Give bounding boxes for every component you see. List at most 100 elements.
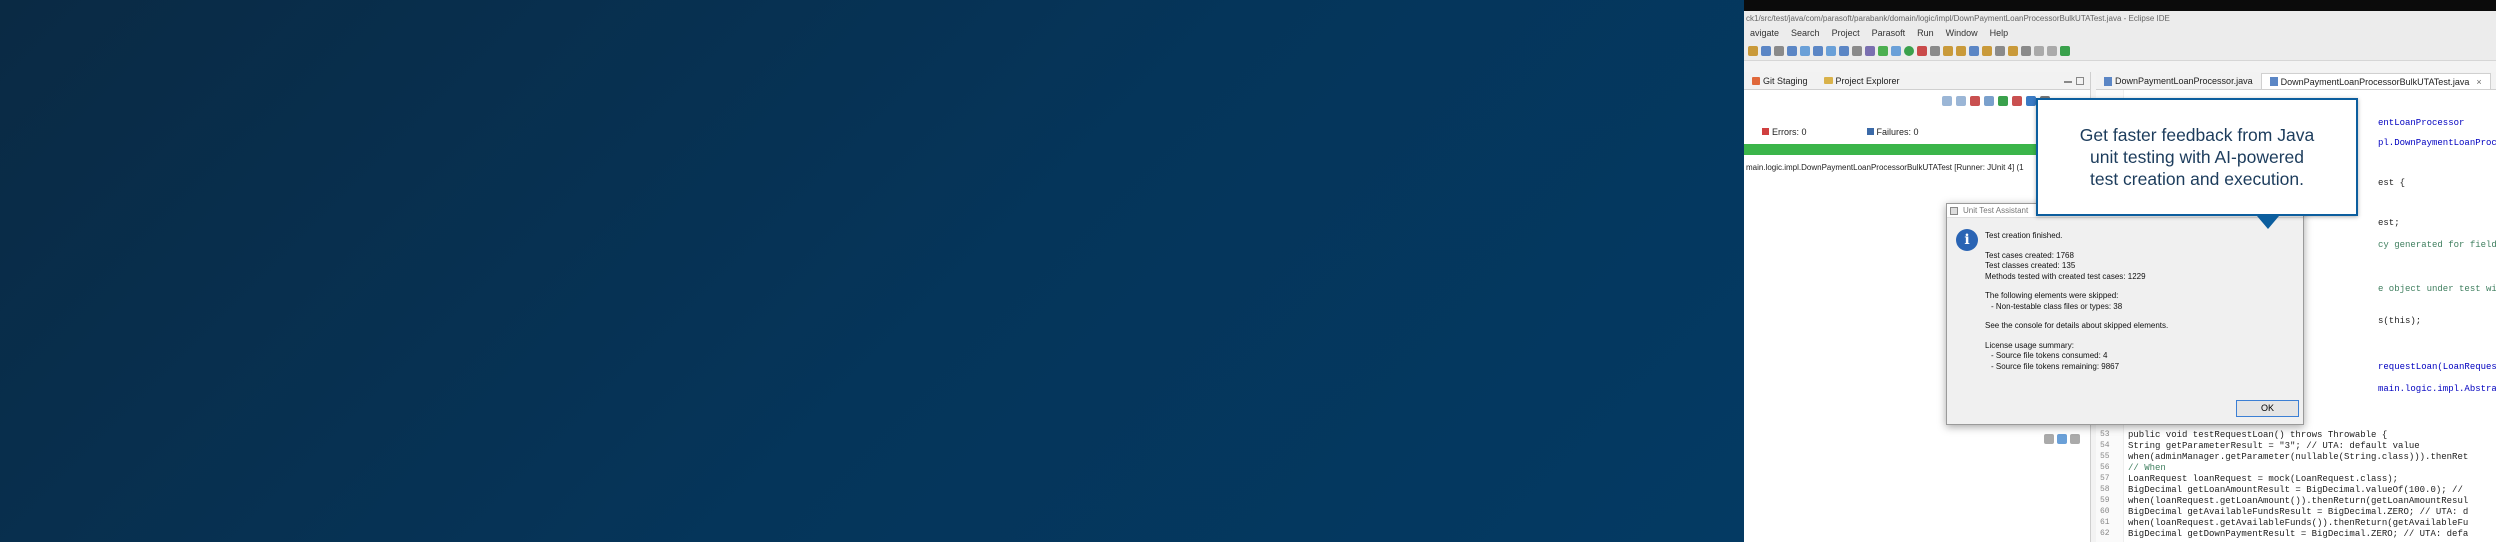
toolbar-icon[interactable]	[1969, 45, 1979, 56]
menu-search[interactable]: Search	[1785, 26, 1826, 41]
ok-button[interactable]: OK	[2236, 400, 2299, 417]
previous-failure-icon[interactable]	[1956, 96, 1966, 106]
line-number: 53	[2100, 430, 2110, 439]
line-number: 57	[2100, 474, 2110, 483]
line-number: 55	[2100, 452, 2110, 461]
license-tokens-consumed: - Source file tokens consumed: 4	[1991, 351, 2108, 360]
info-icon: i	[1956, 229, 1978, 251]
code-line: when(loanRequest.getAvailableFunds()).th…	[2128, 518, 2469, 528]
toolbar-icon[interactable]	[2047, 45, 2057, 56]
error-icon	[1762, 128, 1769, 135]
toolbar-icon[interactable]	[1813, 45, 1823, 56]
editor-tabs: DownPaymentLoanProcessor.java DownPaymen…	[2096, 72, 2496, 90]
toolbar-icon[interactable]	[1826, 45, 1836, 56]
callout-line: Get faster feedback from Java	[2079, 125, 2315, 145]
line-number: 59	[2100, 496, 2110, 505]
console-icon[interactable]	[2044, 434, 2054, 444]
folder-icon	[1823, 77, 1833, 84]
stop-icon[interactable]	[2012, 96, 2022, 106]
window-titlebar	[1744, 0, 2496, 11]
toolbar-icon[interactable]	[1800, 45, 1810, 56]
next-failure-icon[interactable]	[1942, 96, 1952, 106]
show-failures-icon[interactable]	[1970, 96, 1980, 106]
toolbar-icon[interactable]	[2060, 45, 2070, 56]
line-number: 54	[2100, 441, 2110, 450]
maximize-icon[interactable]	[2076, 76, 2084, 85]
menu-window[interactable]: Window	[1940, 26, 1984, 41]
toolbar-icon[interactable]	[1917, 45, 1927, 56]
view-controls	[2064, 76, 2090, 85]
toolbar-icon[interactable]	[2021, 45, 2031, 56]
code-fragment: entLoanProcessor	[2378, 118, 2465, 128]
scroll-lock-icon[interactable]	[1984, 96, 1994, 106]
menu-project[interactable]: Project	[1826, 26, 1866, 41]
hero-background	[0, 0, 1744, 542]
callout-pointer	[2257, 216, 2279, 229]
tab-label: DownPaymentLoanProcessor.java	[2115, 76, 2253, 86]
main-toolbar	[1744, 41, 2496, 61]
code-line: // When	[2128, 463, 2166, 473]
tab-label: DownPaymentLoanProcessorBulkUTATest.java	[2280, 76, 2470, 87]
toolbar-icon[interactable]	[1748, 45, 1758, 56]
toolbar-icon[interactable]	[2034, 45, 2044, 56]
console-icon[interactable]	[2057, 434, 2067, 444]
toolbar-icon[interactable]	[1852, 45, 1862, 56]
dialog-heading: Test creation finished.	[1985, 231, 2063, 240]
console-icon[interactable]	[2070, 434, 2080, 444]
promo-callout: Get faster feedback from Java unit testi…	[2036, 98, 2358, 216]
editor-tab-test[interactable]: DownPaymentLoanProcessorBulkUTATest.java…	[2260, 73, 2491, 90]
toolbar-icon[interactable]	[1787, 45, 1797, 56]
close-icon[interactable]: ×	[2476, 74, 2481, 90]
code-line: when(loanRequest.getLoanAmount()).thenRe…	[2128, 496, 2469, 506]
code-fragment: pl.DownPaymentLoanProcessor	[2378, 138, 2496, 148]
code-fragment: s(this);	[2378, 316, 2422, 326]
stat-test-cases: Test cases created: 1768	[1985, 250, 2074, 260]
toolbar-icon[interactable]	[1891, 45, 1901, 56]
history-icon[interactable]	[2026, 96, 2036, 106]
menu-navigate[interactable]: avigate	[1744, 26, 1785, 41]
toolbar-icon[interactable]	[1930, 45, 1940, 56]
toolbar-icon[interactable]	[1878, 45, 1888, 56]
code-fragment: e object under test with mocked dep	[2378, 284, 2496, 294]
dialog-title: Unit Test Assistant	[1963, 206, 2029, 215]
console-note: See the console for details about skippe…	[1985, 321, 2169, 330]
menu-parasoft[interactable]: Parasoft	[1866, 26, 1912, 41]
minimize-icon[interactable]	[2064, 80, 2072, 83]
toolbar-icon[interactable]	[2008, 45, 2018, 56]
toolbar-icon[interactable]	[1839, 45, 1849, 56]
toolbar-icon[interactable]	[1865, 45, 1875, 56]
code-line: LoanRequest loanRequest = mock(LoanReque…	[2128, 474, 2399, 484]
run-icon[interactable]	[1904, 45, 1914, 56]
toolbar-icon[interactable]	[1761, 45, 1771, 56]
tab-label: Project Explorer	[1835, 75, 1900, 86]
rerun-icon[interactable]	[1998, 96, 2008, 106]
tab-label: Git Staging	[1763, 75, 1808, 86]
editor-tab-processor[interactable]: DownPaymentLoanProcessor.java	[2096, 73, 2261, 89]
stat-test-classes: Test classes created: 135	[1985, 261, 2076, 270]
app-icon	[1950, 207, 1958, 215]
code-fragment: est {	[2378, 178, 2406, 188]
console-toolbar	[2044, 434, 2080, 444]
stat-methods-tested: Methods tested with created test cases: …	[1985, 271, 2146, 281]
code-fragment: cy generated for field adminManager	[2378, 240, 2496, 250]
code-line: when(adminManager.getParameter(nullable(…	[2128, 452, 2469, 462]
code-fragment: est;	[2378, 218, 2400, 228]
toolbar-icon[interactable]	[1943, 45, 1953, 56]
license-heading: License usage summary:	[1985, 340, 2074, 350]
code-line: BigDecimal getLoanAmountResult = BigDeci…	[2128, 485, 2463, 495]
toolbar-icon[interactable]	[1956, 45, 1966, 56]
java-file-icon	[2269, 77, 2278, 86]
code-fragment: requestLoan(LoanRequest)	[2378, 362, 2496, 372]
tab-git-staging[interactable]: Git Staging	[1744, 72, 1816, 90]
unit-test-assistant-dialog: Unit Test Assistant i Test creation fini…	[1946, 203, 2304, 425]
code-line: public void testRequestLoan() throws Thr…	[2128, 430, 2388, 440]
tab-project-explorer[interactable]: Project Explorer	[1816, 72, 1908, 90]
git-icon	[1752, 76, 1760, 85]
toolbar-icon[interactable]	[1774, 45, 1784, 56]
menu-help[interactable]: Help	[1984, 26, 2015, 41]
toolbar-icon[interactable]	[1982, 45, 1992, 56]
line-number: 56	[2100, 463, 2110, 472]
line-number: 60	[2100, 507, 2110, 516]
menu-run[interactable]: Run	[1911, 26, 1940, 41]
toolbar-icon[interactable]	[1995, 45, 2005, 56]
